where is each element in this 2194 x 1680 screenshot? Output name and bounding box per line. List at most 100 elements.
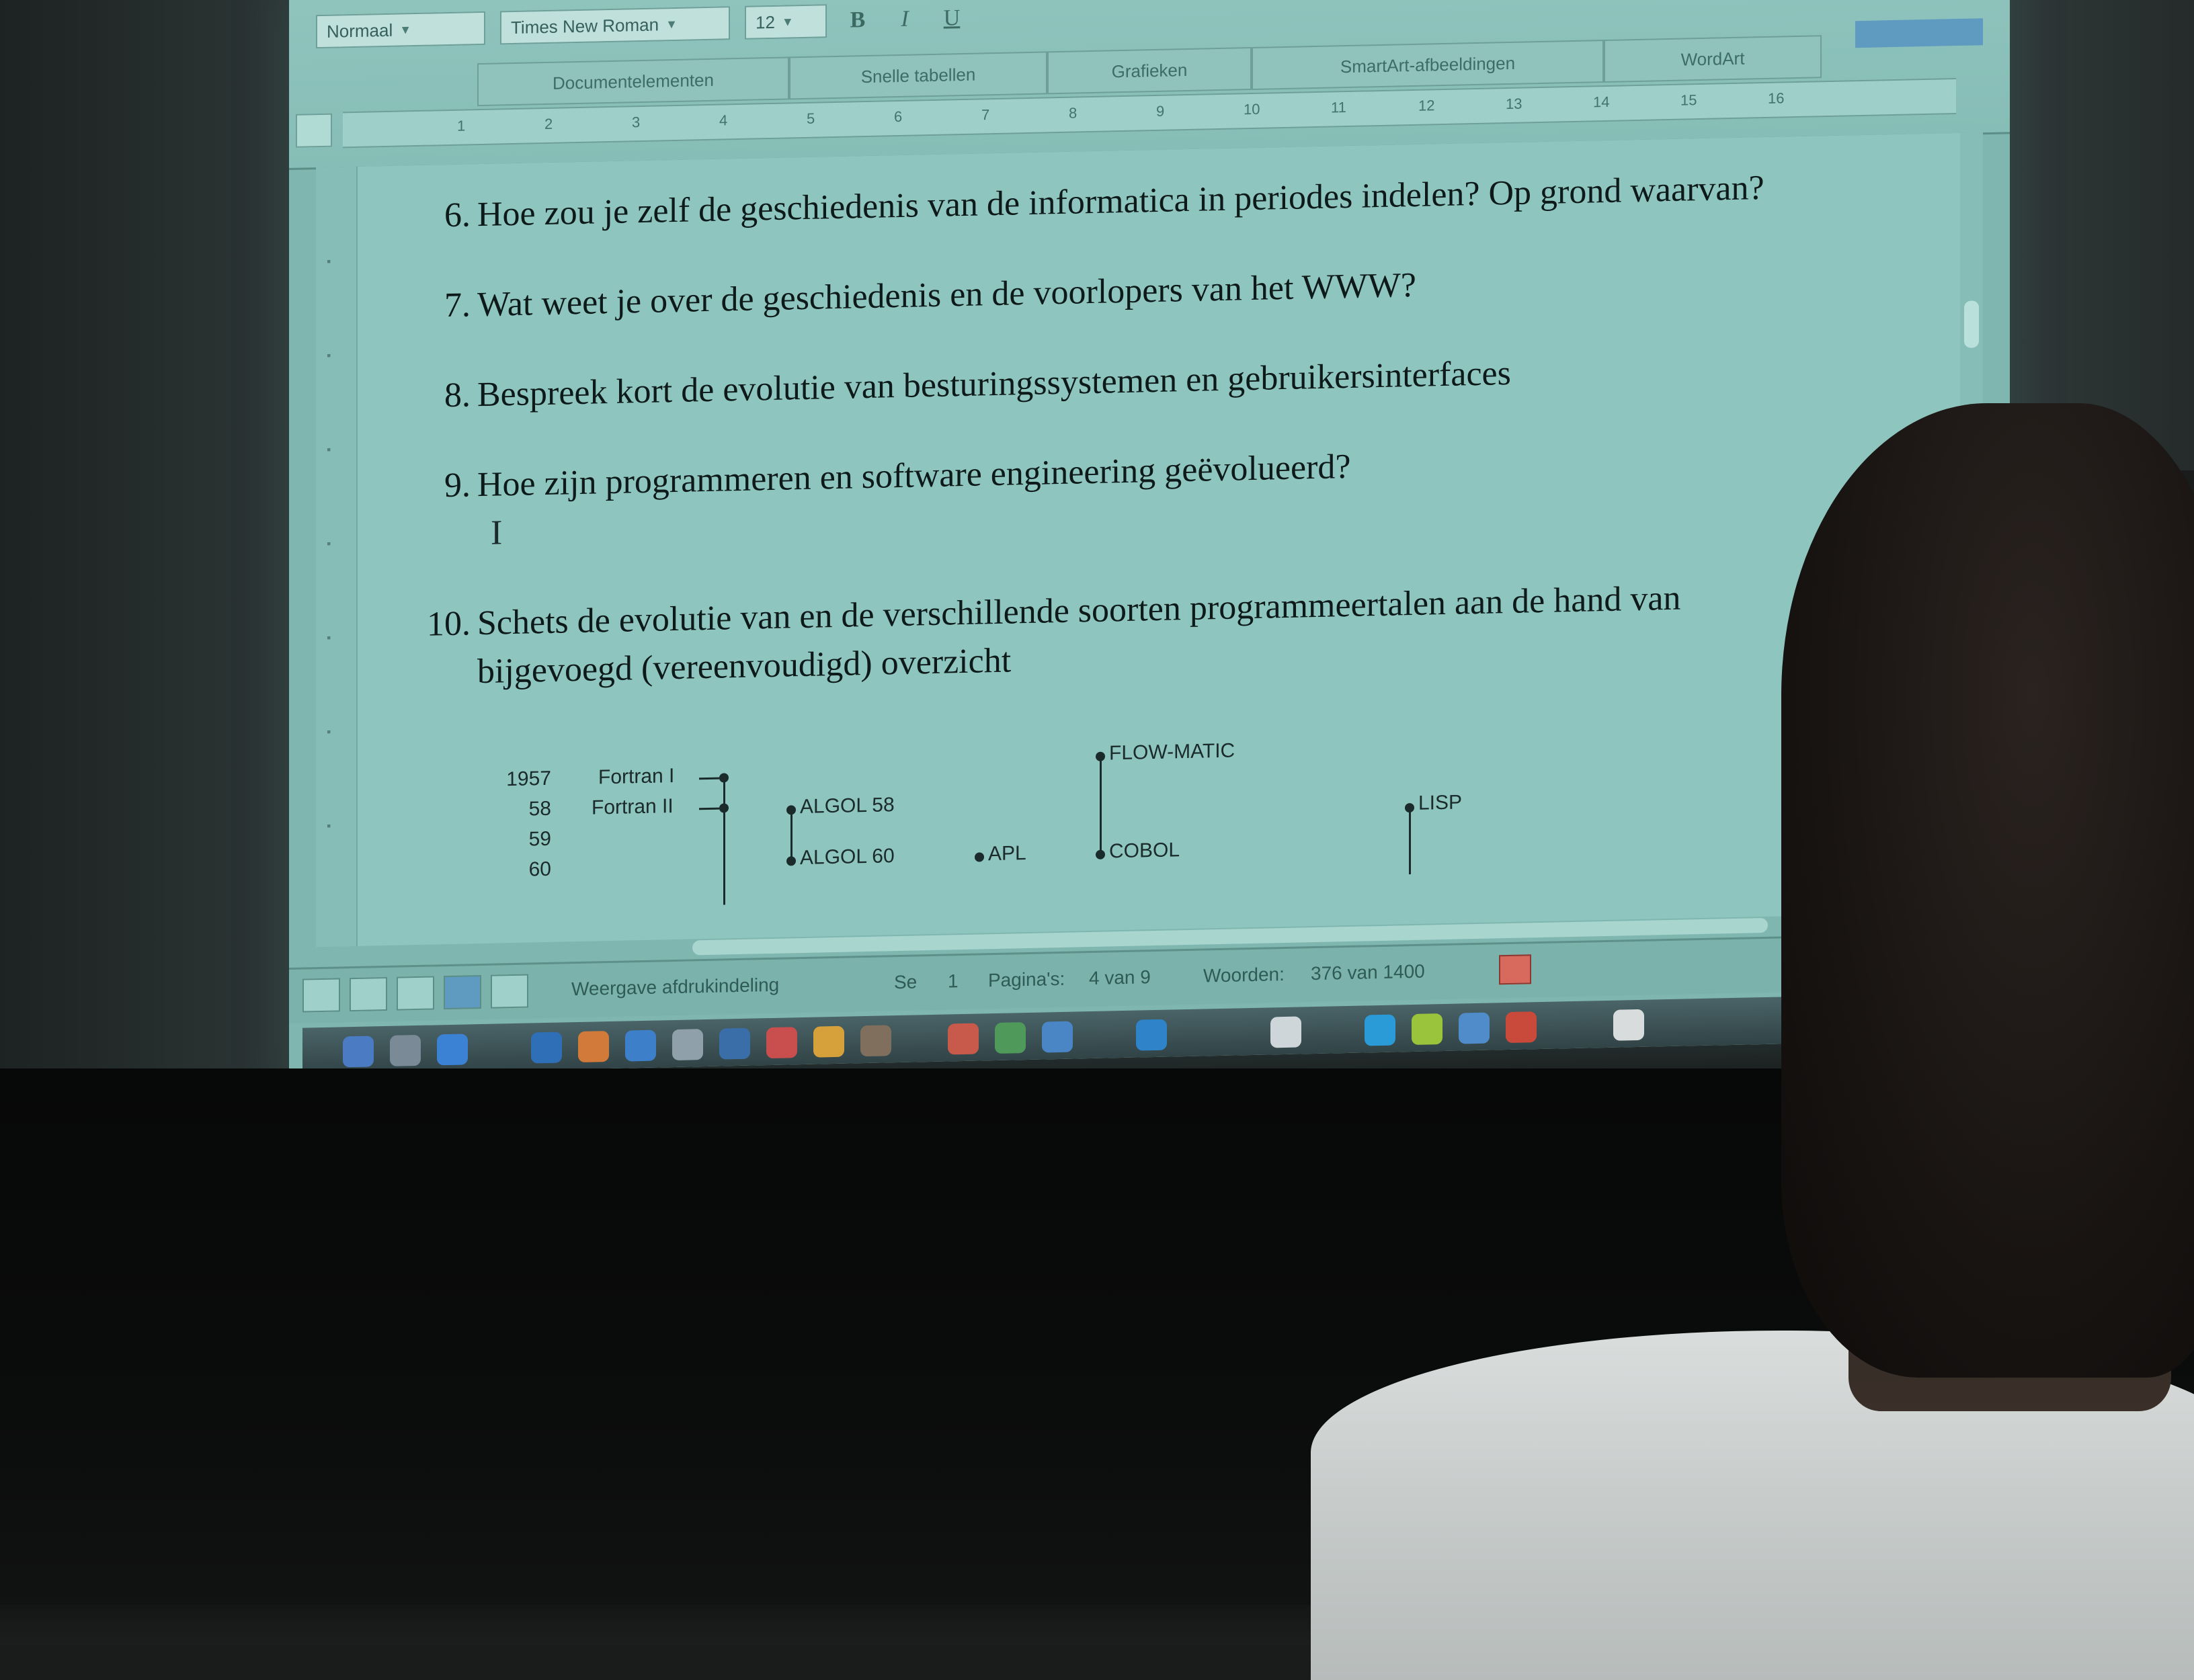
list-item: 7. Wat weet je over de geschiedenis en d… xyxy=(444,253,1822,329)
tab-wordart[interactable]: WordArt xyxy=(1604,35,1822,83)
dock-app-icon[interactable] xyxy=(390,1034,421,1066)
ruler-tick: 8 xyxy=(1069,104,1078,122)
dock-app-icon[interactable] xyxy=(625,1030,656,1062)
ruler-mark: ▪ xyxy=(327,536,331,550)
ruler-tick: 13 xyxy=(1506,95,1522,113)
ruler-tick: 12 xyxy=(1418,97,1435,114)
ruler-tick: 6 xyxy=(894,108,903,126)
ruler-mark: ▪ xyxy=(327,630,331,644)
tab-grafieken[interactable]: Grafieken xyxy=(1047,47,1252,95)
document-canvas[interactable]: ▪ ▪ ▪ ▪ ▪ ▪ ▪ 6. Hoe zou je zelf de gesc… xyxy=(316,132,1983,948)
dock-app-icon[interactable] xyxy=(1506,1011,1537,1044)
timeline-line xyxy=(723,777,725,905)
formatting-row: Normaal ▼ Times New Roman ▼ 12 ▼ B I U xyxy=(316,0,968,52)
dock-app-icon[interactable] xyxy=(1459,1012,1490,1044)
vertical-ruler: ▪ ▪ ▪ ▪ ▪ ▪ ▪ xyxy=(316,166,358,948)
ruler-mark: ▪ xyxy=(327,442,331,456)
tab-snelle-tabellen[interactable]: Snelle tabellen xyxy=(789,51,1047,100)
font-dropdown[interactable]: Times New Roman ▼ xyxy=(500,6,730,45)
dock-app-icon[interactable] xyxy=(813,1025,844,1058)
dock-app-icon[interactable] xyxy=(1042,1021,1073,1053)
list-item: 6. Hoe zou je zelf de geschiedenis van d… xyxy=(444,163,1822,239)
tab-stop-icon[interactable] xyxy=(296,113,332,148)
timeline-arrow xyxy=(699,807,719,810)
timeline-node xyxy=(1096,849,1105,859)
view-mode-label: Weergave afdrukindeling xyxy=(571,974,780,1000)
timeline-year: 59 xyxy=(528,827,551,851)
view-draft-button[interactable] xyxy=(302,978,340,1013)
view-publishing-button[interactable] xyxy=(397,976,434,1011)
dock-app-icon[interactable] xyxy=(1613,1009,1644,1041)
ruler-mark: ▪ xyxy=(327,348,331,362)
ruler-mark: ▪ xyxy=(327,254,331,268)
question-text: Wat weet je over de geschiedenis en de v… xyxy=(477,265,1416,325)
dock-app-icon[interactable] xyxy=(1412,1013,1443,1046)
list-item: 9. Hoe zijn programmeren en software eng… xyxy=(444,433,1822,558)
question-number: 10. xyxy=(427,604,471,644)
chevron-down-icon: ▼ xyxy=(781,14,794,29)
timeline-node xyxy=(786,856,796,866)
words-label: Woorden: xyxy=(1203,963,1285,986)
timeline-line xyxy=(1409,807,1411,875)
language-timeline: 1957 58 59 60 Fortran I Fortran II ALGOL… xyxy=(477,740,1553,924)
font-size-dropdown[interactable]: 12 ▼ xyxy=(745,4,827,40)
dock-app-icon[interactable] xyxy=(860,1025,891,1057)
question-number: 7. xyxy=(444,286,471,325)
bold-button[interactable]: B xyxy=(842,5,874,36)
view-outline-button[interactable] xyxy=(350,976,387,1012)
style-dropdown[interactable]: Normaal ▼ xyxy=(316,11,485,49)
finder-icon[interactable] xyxy=(343,1036,374,1068)
dock-app-icon[interactable] xyxy=(1136,1019,1167,1051)
chevron-down-icon: ▼ xyxy=(665,17,678,31)
underline-button[interactable]: U xyxy=(936,3,968,34)
section-value: 1 xyxy=(948,970,959,992)
question-text: Hoe zou je zelf de geschiedenis van de i… xyxy=(477,169,1764,235)
room-wall-right xyxy=(2006,0,2194,470)
scrollbar-thumb[interactable] xyxy=(1964,300,1979,348)
dock-app-icon[interactable] xyxy=(437,1034,468,1066)
question-number: 9. xyxy=(444,466,471,505)
tab-smartart[interactable]: SmartArt-afbeeldingen xyxy=(1252,40,1604,91)
ruler-tick: 5 xyxy=(807,110,815,127)
pages-label: Pagina's: xyxy=(988,968,1065,991)
ruler-tick: 16 xyxy=(1768,89,1785,107)
dock-app-icon[interactable] xyxy=(672,1029,703,1061)
question-text: Schets de evolutie van en de verschillen… xyxy=(477,579,1681,691)
list-item: 10. Schets de evolutie van en de verschi… xyxy=(427,571,1822,696)
timeline-language: Fortran II xyxy=(592,795,674,819)
timeline-arrow xyxy=(699,777,719,780)
timeline-line xyxy=(1100,755,1102,857)
italic-button[interactable]: I xyxy=(889,3,921,35)
ruler-tick: 2 xyxy=(544,115,553,133)
scene: Normaal ▼ Times New Roman ▼ 12 ▼ B I U D… xyxy=(0,0,2194,1680)
view-notebook-button[interactable] xyxy=(491,974,528,1009)
ruler-tick: 10 xyxy=(1244,100,1260,118)
ruler-tick: 14 xyxy=(1593,93,1610,111)
dock-app-icon[interactable] xyxy=(578,1031,609,1062)
ruler-tick: 11 xyxy=(1331,99,1346,116)
skype-icon[interactable] xyxy=(1365,1014,1395,1046)
dock-app-icon[interactable] xyxy=(766,1027,797,1059)
timeline-language: APL xyxy=(988,842,1026,866)
dock-app-icon[interactable] xyxy=(1270,1016,1301,1048)
word-count[interactable]: 376 van 1400 xyxy=(1311,961,1425,985)
dock-app-icon[interactable] xyxy=(948,1023,979,1055)
timeline-language: ALGOL 58 xyxy=(800,794,895,818)
timeline-year: 1957 xyxy=(506,767,551,791)
dock-app-icon[interactable] xyxy=(531,1032,562,1064)
question-number: 8. xyxy=(444,376,471,415)
timeline-node xyxy=(975,852,984,862)
dock-app-icon[interactable] xyxy=(719,1027,750,1060)
ruler-tick: 1 xyxy=(457,117,466,134)
question-text: Hoe zijn programmeren en software engine… xyxy=(477,447,1351,505)
section-label: Se xyxy=(894,971,918,993)
view-print-layout-button[interactable] xyxy=(444,975,481,1010)
timeline-language: LISP xyxy=(1418,791,1463,814)
question-text: Bespreek kort de evolutie van besturings… xyxy=(477,353,1511,415)
dock-app-icon[interactable] xyxy=(995,1022,1026,1054)
spelling-check-icon[interactable] xyxy=(1499,954,1531,985)
projected-screen: Normaal ▼ Times New Roman ▼ 12 ▼ B I U D… xyxy=(289,0,2010,1076)
room-wall-left xyxy=(0,0,289,1075)
zoom-indicator[interactable] xyxy=(1855,18,1983,48)
tab-documentelementen[interactable]: Documentelementen xyxy=(477,56,789,107)
